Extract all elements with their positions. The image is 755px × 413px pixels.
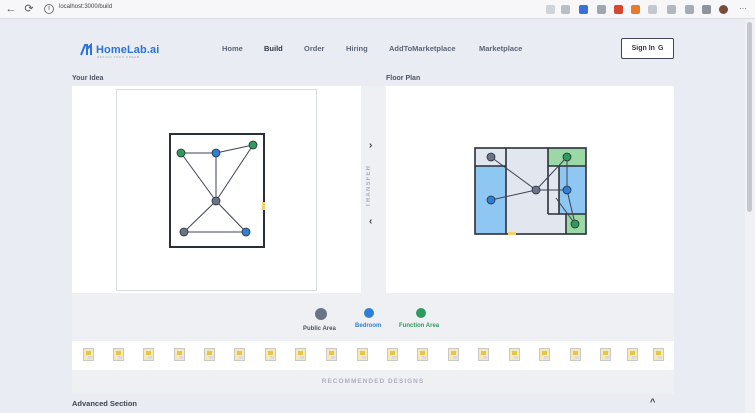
design-thumbnail[interactable] bbox=[448, 348, 459, 361]
function-area-circle-icon[interactable] bbox=[416, 308, 426, 318]
recommended-designs-label: RECOMMENDED DESIGNS bbox=[72, 370, 674, 394]
design-thumbnail[interactable] bbox=[509, 348, 520, 361]
design-thumbnail[interactable] bbox=[478, 348, 489, 361]
design-thumbnail[interactable] bbox=[174, 348, 185, 361]
design-thumbnail[interactable] bbox=[653, 348, 664, 361]
room-type-legend: Public Area Bedroom Function Area bbox=[72, 293, 674, 341]
design-thumbnail[interactable] bbox=[83, 348, 94, 361]
public-area-circle-icon[interactable] bbox=[315, 308, 327, 320]
design-thumbnail[interactable] bbox=[234, 348, 245, 361]
legend-public-area: Public Area bbox=[303, 326, 336, 332]
design-thumbnail[interactable] bbox=[295, 348, 306, 361]
legend-bedroom: Bedroom bbox=[355, 323, 382, 329]
bedroom-circle-icon[interactable] bbox=[364, 308, 374, 318]
design-thumbnail[interactable] bbox=[387, 348, 398, 361]
legend-function-area: Function Area bbox=[399, 323, 440, 329]
fp-node-public bbox=[486, 152, 496, 162]
design-thumbnail[interactable] bbox=[113, 348, 124, 361]
advanced-section-title: Advanced Section bbox=[72, 399, 138, 408]
design-thumbnail[interactable] bbox=[570, 348, 581, 361]
advanced-section[interactable]: Advanced Section ^ bbox=[72, 394, 674, 413]
design-thumbnail[interactable] bbox=[357, 348, 368, 361]
scrollbar-thumb[interactable] bbox=[747, 22, 752, 212]
design-thumbnail[interactable] bbox=[204, 348, 215, 361]
fp-node-public bbox=[531, 185, 541, 195]
design-thumbnail[interactable] bbox=[417, 348, 428, 361]
chevron-up-icon[interactable]: ^ bbox=[650, 397, 655, 407]
design-thumbnail[interactable] bbox=[143, 348, 154, 361]
recommended-thumbnails bbox=[72, 341, 674, 370]
design-thumbnail[interactable] bbox=[627, 348, 638, 361]
fp-node-function bbox=[570, 219, 580, 229]
design-thumbnail[interactable] bbox=[326, 348, 337, 361]
fp-node-bedroom bbox=[486, 195, 496, 205]
fp-node-bedroom bbox=[562, 185, 572, 195]
fp-door-marker bbox=[508, 232, 516, 235]
design-thumbnail[interactable] bbox=[600, 348, 611, 361]
fp-node-function bbox=[562, 152, 572, 162]
design-thumbnail[interactable] bbox=[539, 348, 550, 361]
design-thumbnail[interactable] bbox=[265, 348, 276, 361]
